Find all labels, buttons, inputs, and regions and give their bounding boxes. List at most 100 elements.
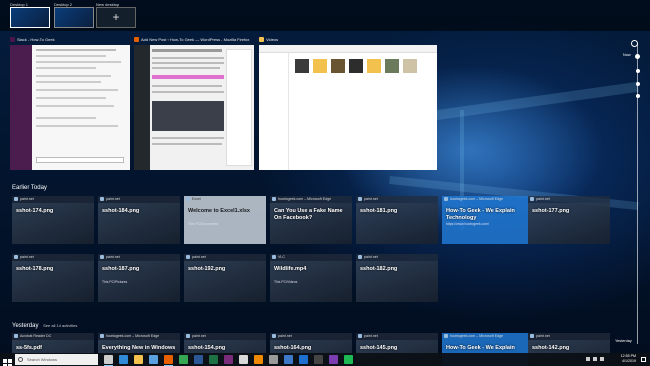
window-title-bar: Slack - How-To Geek — [10, 36, 130, 44]
windows-start-icon[interactable] — [3, 355, 12, 366]
clock[interactable]: 12:55 PM 4/1/2019 — [621, 354, 636, 365]
activity-card[interactable]: paint.net sshot-181.png — [356, 196, 438, 244]
activity-title: sshot-184.png — [102, 208, 140, 214]
activity-card[interactable]: VLC Wildlife.mp4 This PC\Videos — [270, 254, 352, 302]
timeline-position-marker[interactable] — [635, 54, 640, 59]
activity-app-name: paint.net — [20, 197, 34, 201]
activity-app-header: paint.net — [528, 196, 610, 203]
window-preview — [134, 45, 254, 170]
photos-icon[interactable] — [284, 355, 293, 364]
terminal-icon[interactable] — [314, 355, 323, 364]
activity-app-name: paint.net — [192, 255, 206, 259]
vlc-icon[interactable] — [254, 355, 263, 364]
taskbar-search-box[interactable]: Search Windows — [15, 354, 98, 365]
desktop-preview — [54, 7, 94, 28]
activity-app-name: paint.net — [106, 197, 120, 201]
activity-title: sshot-145.png — [360, 345, 398, 351]
app-icon — [358, 254, 362, 259]
activity-subtitle: This PC\Pictures — [102, 280, 128, 284]
edge-icon[interactable] — [119, 355, 128, 364]
publish-panel — [226, 49, 252, 166]
search-icon — [18, 357, 23, 362]
desktop-2-thumbnail[interactable]: Desktop 2 — [54, 2, 94, 29]
window-slack[interactable]: Slack - How-To Geek — [10, 36, 130, 170]
activity-app-header: paint.net — [270, 333, 352, 340]
timeline-scrollbar[interactable] — [635, 44, 640, 344]
activity-app-header: VLC — [270, 254, 352, 261]
activity-card[interactable]: howtogeek.com – Microsoft Edge Can You Us… — [270, 196, 352, 244]
volume-icon[interactable] — [593, 357, 597, 361]
timeline-now-label: Now — [623, 53, 631, 57]
video-thumbnail — [331, 59, 345, 73]
new-desktop-button[interactable]: New desktop + — [96, 2, 136, 29]
desktop-1-thumbnail[interactable]: Desktop 1 — [10, 2, 50, 29]
activity-app-name: paint.net — [106, 255, 120, 259]
activity-app-header: paint.net — [184, 254, 266, 261]
activity-card[interactable]: paint.net sshot-184.png — [98, 196, 180, 244]
activity-app-name: paint.net — [278, 334, 292, 338]
activity-card[interactable]: paint.net sshot-182.png — [356, 254, 438, 302]
app-icon — [444, 196, 448, 201]
app-icon — [530, 196, 534, 201]
window-file-explorer[interactable]: Videos — [259, 36, 437, 170]
app-icon — [14, 196, 18, 201]
word-icon[interactable] — [194, 355, 203, 364]
activity-card[interactable]: paint.net sshot-177.png — [528, 196, 610, 244]
activity-title: Everything New in Windows — [102, 345, 176, 351]
app-icon — [100, 254, 104, 259]
activity-title: sshot-181.png — [360, 208, 398, 214]
section-heading-yesterday: Yesterday See all 14 activities — [12, 323, 77, 329]
activity-card[interactable]: paint.net sshot-187.png This PC\Pictures — [98, 254, 180, 302]
activity-app-name: howtogeek.com – Microsoft Edge — [106, 334, 160, 338]
activity-app-header: paint.net — [184, 333, 266, 340]
mail-icon[interactable] — [299, 355, 308, 364]
activity-subtitle: This PC\Videos — [274, 280, 298, 284]
activity-card[interactable]: paint.net sshot-178.png — [12, 254, 94, 302]
window-title-bar: Videos — [259, 36, 437, 44]
activity-card[interactable]: Excel Welcome to Excel1.xlsx This PC\Docum… — [184, 196, 266, 244]
activity-subtitle: https://www.howtogeek.com/ — [446, 222, 489, 226]
app-icon — [186, 254, 190, 259]
activity-app-name: Acrobat Reader DC — [20, 334, 52, 338]
section-heading-earlier-today: Earlier Today — [12, 185, 47, 191]
firefox-icon — [134, 37, 139, 42]
yesterday-label: Yesterday — [12, 323, 39, 329]
activity-card[interactable]: paint.net sshot-192.png — [184, 254, 266, 302]
activity-app-name: paint.net — [192, 334, 206, 338]
file-explorer-icon[interactable] — [134, 355, 143, 364]
see-all-activities-link[interactable]: See all 14 activities — [43, 323, 77, 328]
clock-date: 4/1/2019 — [622, 359, 636, 363]
activity-app-name: Excel — [192, 197, 201, 201]
app-icon — [272, 254, 276, 259]
spotify-icon[interactable] — [344, 355, 353, 364]
paint-net-icon[interactable] — [239, 355, 248, 364]
firefox-icon[interactable] — [164, 355, 173, 366]
task-view-icon[interactable] — [104, 355, 113, 366]
activity-app-header: paint.net — [528, 333, 610, 340]
chrome-icon[interactable] — [179, 355, 188, 364]
onenote-icon[interactable] — [329, 355, 338, 364]
activity-app-header: paint.net — [98, 196, 180, 203]
activity-card[interactable]: paint.net sshot-174.png — [12, 196, 94, 244]
store-icon[interactable] — [149, 355, 158, 364]
activity-app-name: VLC — [278, 255, 285, 259]
action-center-icon[interactable] — [641, 357, 646, 362]
virtual-desktops-bar: Desktop 1 Desktop 2 New desktop + — [0, 0, 650, 31]
activity-app-header: paint.net — [356, 333, 438, 340]
activity-app-header: paint.net — [98, 254, 180, 261]
app-icon — [186, 196, 190, 201]
settings-icon[interactable] — [269, 355, 278, 364]
excel-icon[interactable] — [209, 355, 218, 364]
activity-app-header: paint.net — [356, 196, 438, 203]
app-icon — [358, 333, 362, 338]
activity-app-name: paint.net — [20, 255, 34, 259]
window-firefox[interactable]: Add New Post ‹ How-To Geek — WordPress -… — [134, 36, 254, 170]
activity-card[interactable]: howtogeek.com – Microsoft Edge How-To Gee… — [442, 196, 528, 244]
folder-icon — [259, 37, 264, 42]
network-icon[interactable] — [586, 357, 590, 361]
activity-title: How-To Geek - We Explain Technology — [446, 208, 515, 221]
slack-icon — [10, 37, 15, 42]
slack-icon[interactable] — [224, 355, 233, 364]
activity-subtitle: This PC\Documents — [188, 222, 219, 226]
battery-icon[interactable] — [600, 357, 604, 361]
